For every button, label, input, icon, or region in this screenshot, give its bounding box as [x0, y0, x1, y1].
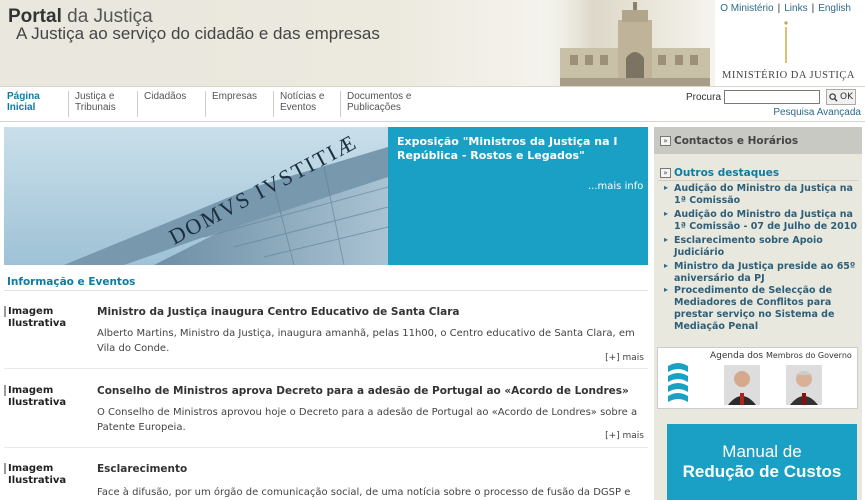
magnifier-icon: [829, 92, 838, 102]
search-label: Procura: [686, 92, 722, 103]
search-button[interactable]: OK: [826, 89, 856, 105]
main-nav: Página Inicial Justiça e Tribunais Cidadão…: [0, 86, 865, 122]
right-sidebar: » Contactos e Horários » Outros destaque…: [654, 127, 862, 500]
nav-item-cidadaos[interactable]: Cidadãos: [137, 91, 186, 117]
divider: [4, 447, 648, 448]
nav-item-pagina-inicial[interactable]: Página Inicial: [7, 91, 40, 117]
highlight-link[interactable]: Procedimento de Selecção de Mediadores d…: [674, 285, 859, 333]
manual-reducao-custos-banner[interactable]: Manual de Redução de Custos: [667, 424, 857, 500]
wave-logo-icon: [668, 363, 688, 402]
outros-destaques-title: Outros destaques: [674, 167, 780, 179]
nav-item-justica-tribunais[interactable]: Justiça e Tribunais: [68, 91, 116, 117]
arrow-right-icon: ▸: [664, 183, 669, 192]
news-thumbnail: Imagem Ilustrativa: [4, 306, 66, 330]
hero-banner[interactable]: DOMVS IVSTITIÆ Exposição "Ministros da J…: [4, 127, 648, 265]
arrow-right-icon: ▸: [664, 235, 669, 244]
news-item: Imagem Ilustrativa Conselho de Ministros…: [4, 385, 648, 455]
news-title[interactable]: Esclarecimento: [97, 463, 642, 475]
contacts-hours-link[interactable]: » Contactos e Horários: [654, 127, 862, 154]
news-title[interactable]: Conselho de Ministros aprova Decreto par…: [97, 385, 642, 397]
news-thumbnail: Imagem Ilustrativa: [4, 385, 66, 409]
header-photo: [540, 0, 715, 86]
broken-image-icon: [4, 385, 6, 396]
link-links[interactable]: Links: [784, 3, 807, 14]
nav-item-documentos-publicacoes[interactable]: Documentos e Publicações: [340, 91, 411, 117]
hero-more-link[interactable]: ...mais info: [588, 181, 643, 192]
ministry-name: MINISTÉRIO DA JUSTIÇA: [722, 70, 856, 81]
broken-image-icon: [4, 463, 6, 474]
highlight-link[interactable]: Ministro da Justiça preside ao 65º anive…: [674, 261, 859, 285]
news-title[interactable]: Ministro da Justiça inaugura Centro Educ…: [97, 306, 642, 318]
news-summary: Face à difusão, por um órgão de comunica…: [97, 487, 631, 498]
nav-item-empresas[interactable]: Empresas: [205, 91, 257, 117]
portrait-secretary: [786, 365, 822, 405]
broken-image-icon: [4, 306, 6, 317]
news-more-link[interactable]: [+] mais: [605, 431, 644, 441]
ministry-emblem-icon: [784, 21, 788, 63]
highlight-link[interactable]: Esclarecimento sobre Apoio Judiciário: [674, 235, 859, 259]
portrait-minister: [724, 365, 760, 405]
divider: [4, 368, 648, 369]
highlight-link[interactable]: Audição do Ministro da Justiça na 1ª Com…: [674, 183, 859, 207]
link-ministerio[interactable]: O Ministério: [720, 3, 773, 14]
news-summary: Alberto Martins, Ministro da Justiça, in…: [97, 328, 635, 354]
double-arrow-icon: »: [660, 136, 671, 146]
arrow-right-icon: ▸: [664, 285, 669, 294]
double-arrow-icon: »: [660, 168, 671, 178]
arrow-right-icon: ▸: [664, 261, 669, 270]
news-thumbnail: Imagem Ilustrativa: [4, 463, 66, 487]
divider: [4, 290, 648, 291]
highlight-link[interactable]: Audição do Ministro da Justiça na 1ª Com…: [674, 209, 859, 233]
divider: [658, 180, 858, 181]
hero-image: DOMVS IVSTITIÆ: [4, 127, 388, 265]
news-item: Imagem Ilustrativa Esclarecimento Face à…: [4, 463, 648, 500]
site-subtitle: A Justiça ao serviço do cidadão e das em…: [16, 24, 380, 43]
link-english[interactable]: English: [818, 3, 851, 14]
top-links: O Ministério | Links | English: [720, 3, 851, 14]
arrow-right-icon: ▸: [664, 209, 669, 218]
news-summary: O Conselho de Ministros aprovou hoje o D…: [97, 407, 638, 433]
news-item: Imagem Ilustrativa Ministro da Justiça i…: [4, 306, 648, 376]
agenda-governo-banner[interactable]: Agenda dos Membros do Governo: [657, 347, 858, 409]
nav-item-noticias-eventos[interactable]: Notícias e Eventos: [273, 91, 324, 117]
news-more-link[interactable]: [+] mais: [605, 353, 644, 363]
hero-title[interactable]: Exposição "Ministros da Justiça na I Rep…: [397, 135, 637, 163]
search-input[interactable]: [724, 90, 820, 104]
agenda-title: Agenda dos Membros do Governo: [710, 351, 852, 361]
site-header: Portal da Justiça A Justiça ao serviço d…: [0, 0, 865, 86]
advanced-search-link[interactable]: Pesquisa Avançada: [773, 107, 861, 118]
section-title: Informação e Eventos: [7, 276, 136, 288]
